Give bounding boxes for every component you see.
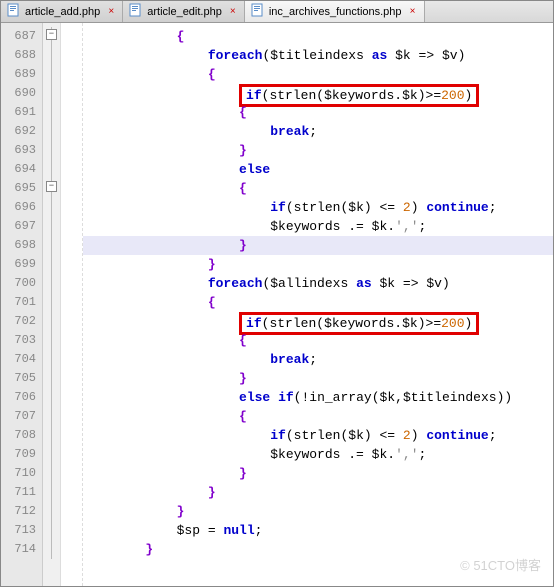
line-number: 699 — [1, 255, 42, 274]
line-number: 695 — [1, 179, 42, 198]
line-number: 692 — [1, 122, 42, 141]
line-number: 702 — [1, 312, 42, 331]
code-line[interactable]: else if(!in_array($k,$titleindexs)) — [83, 388, 553, 407]
code-line[interactable]: } — [83, 369, 553, 388]
line-number: 707 — [1, 407, 42, 426]
code-line[interactable]: $sp = null; — [83, 521, 553, 540]
line-number: 687 — [1, 27, 42, 46]
file-icon — [129, 3, 143, 20]
code-line[interactable]: if(strlen($keywords.$k)>=200) — [83, 84, 553, 103]
code-area[interactable]: { foreach($titleindexs as $k => $v) { if… — [83, 23, 553, 586]
line-number: 694 — [1, 160, 42, 179]
code-line[interactable]: } — [83, 502, 553, 521]
tab-bar: article_add.php × article_edit.php × inc… — [1, 1, 553, 23]
code-line[interactable]: if(strlen($keywords.$k)>=200) — [83, 312, 553, 331]
line-number: 705 — [1, 369, 42, 388]
code-line[interactable]: { — [83, 179, 553, 198]
tab-label: article_add.php — [25, 6, 100, 18]
code-line[interactable]: } — [83, 236, 553, 255]
code-line[interactable]: { — [83, 293, 553, 312]
line-number: 710 — [1, 464, 42, 483]
line-number: 691 — [1, 103, 42, 122]
line-number: 688 — [1, 46, 42, 65]
tab-inc-archives[interactable]: inc_archives_functions.php × — [245, 1, 425, 22]
code-editor[interactable]: 6876886896906916926936946956966976986997… — [1, 23, 553, 586]
code-line[interactable]: { — [83, 407, 553, 426]
code-line[interactable]: } — [83, 540, 553, 559]
close-icon[interactable]: × — [228, 7, 238, 17]
code-line[interactable]: { — [83, 65, 553, 84]
line-number: 704 — [1, 350, 42, 369]
line-number: 714 — [1, 540, 42, 559]
line-number: 689 — [1, 65, 42, 84]
code-line[interactable]: { — [83, 27, 553, 46]
code-line[interactable]: if(strlen($k) <= 2) continue; — [83, 198, 553, 217]
tab-article-edit[interactable]: article_edit.php × — [123, 1, 245, 22]
line-number: 711 — [1, 483, 42, 502]
line-number: 697 — [1, 217, 42, 236]
line-number: 706 — [1, 388, 42, 407]
margin-column — [61, 23, 83, 586]
close-icon[interactable]: × — [106, 7, 116, 17]
close-icon[interactable]: × — [408, 7, 418, 17]
line-number-gutter: 6876886896906916926936946956966976986997… — [1, 23, 43, 586]
line-number: 693 — [1, 141, 42, 160]
code-line[interactable]: } — [83, 483, 553, 502]
tab-article-add[interactable]: article_add.php × — [1, 1, 123, 22]
fold-column: − − — [43, 23, 61, 586]
line-number: 690 — [1, 84, 42, 103]
code-line[interactable]: break; — [83, 122, 553, 141]
code-line[interactable]: if(strlen($k) <= 2) continue; — [83, 426, 553, 445]
line-number: 701 — [1, 293, 42, 312]
tab-label: article_edit.php — [147, 6, 222, 18]
code-line[interactable]: } — [83, 141, 553, 160]
line-number: 703 — [1, 331, 42, 350]
line-number: 700 — [1, 274, 42, 293]
file-icon — [251, 3, 265, 20]
code-line[interactable]: } — [83, 464, 553, 483]
line-number: 712 — [1, 502, 42, 521]
code-line[interactable]: $keywords .= $k.','; — [83, 217, 553, 236]
tab-label: inc_archives_functions.php — [269, 6, 402, 18]
code-line[interactable]: break; — [83, 350, 553, 369]
code-line[interactable]: foreach($titleindexs as $k => $v) — [83, 46, 553, 65]
line-number: 713 — [1, 521, 42, 540]
code-line[interactable]: else — [83, 160, 553, 179]
code-line[interactable]: } — [83, 255, 553, 274]
line-number: 696 — [1, 198, 42, 217]
fold-toggle-icon[interactable]: − — [46, 29, 57, 40]
code-line[interactable]: $keywords .= $k.','; — [83, 445, 553, 464]
line-number: 708 — [1, 426, 42, 445]
line-number: 709 — [1, 445, 42, 464]
file-icon — [7, 3, 21, 20]
line-number: 698 — [1, 236, 42, 255]
code-line[interactable]: foreach($allindexs as $k => $v) — [83, 274, 553, 293]
fold-toggle-icon[interactable]: − — [46, 181, 57, 192]
